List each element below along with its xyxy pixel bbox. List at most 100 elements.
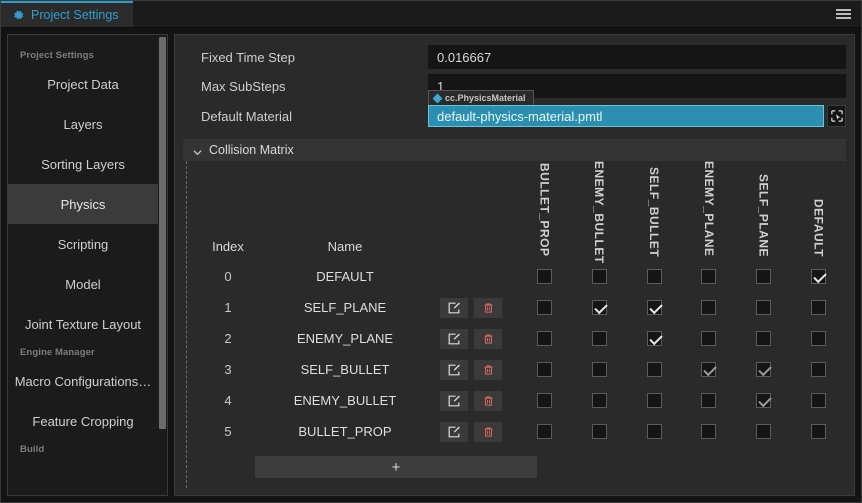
row-index: 3 (224, 362, 232, 377)
collision-checkbox[interactable] (591, 268, 607, 284)
tab-bar: Project Settings (1, 1, 861, 28)
row-actions (425, 385, 517, 416)
row-actions (425, 292, 517, 323)
asset-type-tooltip: cc.PhysicsMaterial (428, 90, 534, 105)
trash-delete-icon[interactable] (474, 359, 502, 380)
fixed-time-step-input[interactable]: 0.016667 (428, 45, 846, 69)
matrix-column-label: SELF_BULLET (647, 166, 662, 257)
collision-checkbox[interactable] (646, 268, 662, 284)
collision-checkbox[interactable] (756, 299, 772, 315)
sidebar-item-macro-configurations[interactable]: Macro Configurations… (8, 361, 158, 401)
collision-matrix-header[interactable]: Collision Matrix (183, 139, 846, 161)
collision-checkbox[interactable] (646, 361, 662, 377)
matrix-cell (627, 354, 682, 385)
trash-delete-icon[interactable] (474, 328, 502, 349)
matrix-cell (681, 261, 736, 292)
asset-type-diamond-icon (432, 93, 443, 103)
matrix-cell (736, 354, 791, 385)
matrix-cell (681, 292, 736, 323)
matrix-cell (627, 416, 682, 447)
row-index: 5 (224, 424, 232, 439)
sidebar-item-physics[interactable]: Physics (8, 184, 158, 224)
sidebar-item-scripting[interactable]: Scripting (8, 224, 158, 264)
hamburger-menu-icon[interactable] (825, 1, 861, 27)
sidebar-item-model[interactable]: Model (8, 264, 158, 304)
collision-checkbox[interactable] (536, 299, 552, 315)
sidebar-item-sorting-layers[interactable]: Sorting Layers (8, 144, 158, 184)
sidebar-item-layers[interactable]: Layers (8, 104, 158, 144)
edit-pencil-icon[interactable] (440, 297, 468, 318)
collision-checkbox[interactable] (646, 423, 662, 439)
collision-checkbox[interactable] (756, 423, 772, 439)
collision-checkbox[interactable] (591, 299, 607, 315)
matrix-cell (572, 261, 627, 292)
matrix-cell (572, 385, 627, 416)
collision-checkbox[interactable] (811, 423, 827, 439)
row-group-name: BULLET_PROP (298, 424, 392, 439)
edit-pencil-icon[interactable] (440, 421, 468, 442)
sidebar-item-joint-texture-layout[interactable]: Joint Texture Layout (8, 304, 158, 344)
collision-checkbox[interactable] (756, 330, 772, 346)
trash-delete-icon[interactable] (474, 390, 502, 411)
tab-project-settings[interactable]: Project Settings (1, 1, 133, 27)
collision-checkbox[interactable] (756, 268, 772, 284)
collision-checkbox[interactable] (701, 299, 717, 315)
add-collision-group-button[interactable]: + (255, 456, 537, 478)
collision-checkbox[interactable] (591, 361, 607, 377)
collision-checkbox[interactable] (756, 392, 772, 408)
edit-pencil-icon[interactable] (440, 390, 468, 411)
collision-checkbox[interactable] (811, 330, 827, 346)
collision-checkbox[interactable] (536, 268, 552, 284)
field-label: Default Material (201, 108, 293, 124)
locate-asset-icon[interactable] (827, 105, 846, 127)
row-actions (425, 261, 517, 292)
collision-checkbox[interactable] (811, 361, 827, 377)
hamburger-line (835, 17, 851, 19)
sidebar-scrollbar-thumb[interactable] (159, 37, 166, 430)
collision-checkbox[interactable] (536, 392, 552, 408)
collision-checkbox[interactable] (591, 330, 607, 346)
trash-delete-icon[interactable] (474, 421, 502, 442)
tab-bar-filler (132, 1, 825, 27)
matrix-cell (627, 292, 682, 323)
collision-checkbox[interactable] (591, 392, 607, 408)
collision-checkbox[interactable] (701, 361, 717, 377)
matrix-cell (517, 323, 572, 354)
collision-checkbox[interactable] (701, 423, 717, 439)
collision-checkbox[interactable] (811, 299, 827, 315)
field-label: Fixed Time Step (201, 49, 295, 65)
collision-checkbox[interactable] (591, 423, 607, 439)
collision-matrix-head-row: Index Name BULLET_PROP ENEMY_BULLET SELF_BUL… (191, 161, 846, 264)
collision-checkbox[interactable] (536, 423, 552, 439)
sidebar-item-feature-cropping[interactable]: Feature Cropping (8, 401, 158, 441)
sidebar-item-project-data[interactable]: Project Data (8, 64, 158, 104)
matrix-cell (681, 416, 736, 447)
matrix-column-label: SELF_PLANE (756, 173, 771, 257)
sidebar-scrollbar[interactable] (158, 35, 167, 495)
matrix-cell (517, 354, 572, 385)
matrix-cell (627, 385, 682, 416)
trash-delete-icon[interactable] (474, 297, 502, 318)
default-material-input[interactable]: default-physics-material.pmtl (428, 105, 824, 127)
collision-checkbox[interactable] (646, 392, 662, 408)
collision-checkbox[interactable] (646, 330, 662, 346)
collision-checkbox[interactable] (701, 330, 717, 346)
collision-checkbox[interactable] (701, 392, 717, 408)
matrix-cell (572, 416, 627, 447)
edit-pencil-icon[interactable] (440, 359, 468, 380)
edit-pencil-icon[interactable] (440, 328, 468, 349)
matrix-cell (572, 354, 627, 385)
collision-checkbox[interactable] (536, 361, 552, 377)
matrix-cell (791, 416, 846, 447)
collision-checkbox[interactable] (811, 268, 827, 284)
chevron-down-icon[interactable] (193, 146, 202, 155)
collision-checkbox[interactable] (701, 268, 717, 284)
collision-checkbox[interactable] (756, 361, 772, 377)
row-group-name: SELF_BULLET (300, 362, 390, 377)
collision-checkbox[interactable] (536, 330, 552, 346)
row-index: 0 (224, 269, 232, 284)
sidebar-group-label: Build (20, 444, 45, 455)
collision-checkbox[interactable] (811, 392, 827, 408)
collision-checkbox[interactable] (646, 299, 662, 315)
matrix-column-label: ENEMY_BULLET (592, 161, 607, 264)
